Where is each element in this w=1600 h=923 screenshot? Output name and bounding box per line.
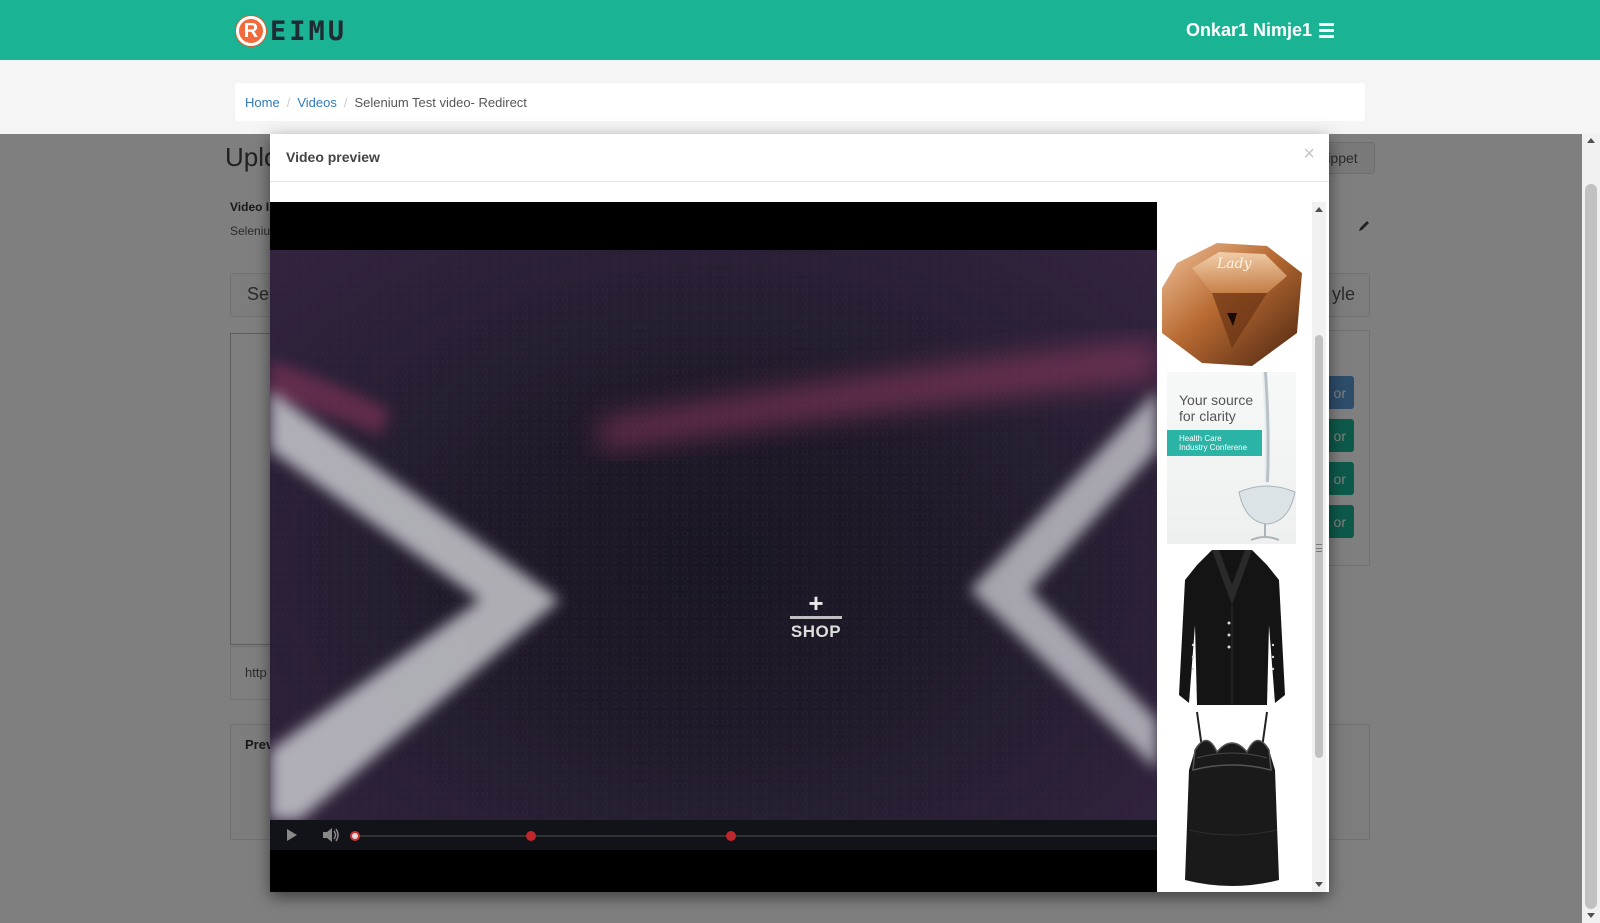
video-frame[interactable]: + SHOP <box>270 250 1157 820</box>
window-scrollbar[interactable] <box>1582 134 1600 923</box>
reimu-logo[interactable]: R EIMU <box>236 15 348 47</box>
progress-knob[interactable] <box>350 831 360 841</box>
top-navbar: R EIMU Onkar1 Nimje1 <box>0 0 1600 60</box>
video-preview-modal: Video preview × + SHOP Lady Your source … <box>270 134 1329 892</box>
scroll-up-arrow-icon[interactable] <box>1587 138 1595 143</box>
close-icon[interactable]: × <box>1303 144 1315 164</box>
ad-banner-image[interactable]: Your source for clarity Health Care Indu… <box>1167 372 1296 544</box>
modal-title: Video preview <box>286 149 380 165</box>
user-name[interactable]: Onkar1 Nimje1 <box>1186 20 1312 41</box>
product-list: Lady Your source for clarity Health Care… <box>1157 202 1307 892</box>
scroll-down-arrow-icon[interactable] <box>1315 882 1323 887</box>
logo-text: EIMU <box>270 15 348 47</box>
perfume-script: Lady <box>1216 256 1253 272</box>
plus-icon: + <box>808 588 824 618</box>
perfume-bottle-image[interactable]: Lady <box>1157 238 1307 368</box>
black-blazer-image[interactable] <box>1157 545 1307 707</box>
video-still-image <box>270 250 1157 820</box>
play-icon[interactable] <box>287 829 297 841</box>
water-glass-icon <box>1238 372 1296 541</box>
modal-header: Video preview × <box>270 134 1329 182</box>
scrollbar-grip-icon <box>1316 544 1322 552</box>
breadcrumb-videos[interactable]: Videos <box>297 95 337 110</box>
progress-bar[interactable] <box>350 831 1157 841</box>
black-lace-top-image[interactable] <box>1157 710 1307 892</box>
chapter-marker[interactable] <box>525 831 536 841</box>
scrollbar-thumb[interactable] <box>1585 184 1597 909</box>
logo-badge: R <box>236 16 266 46</box>
shop-label: SHOP <box>790 622 842 641</box>
scroll-down-arrow-icon[interactable] <box>1587 913 1595 918</box>
breadcrumb-current: Selenium Test video- Redirect <box>354 94 527 110</box>
breadcrumb-home[interactable]: Home <box>245 95 280 110</box>
shop-divider <box>790 616 842 619</box>
video-controls <box>270 820 1157 850</box>
breadcrumb: Home / Videos / Selenium Test video- Red… <box>235 83 1365 121</box>
breadcrumb-area: Home / Videos / Selenium Test video- Red… <box>0 60 1600 134</box>
scroll-up-arrow-icon[interactable] <box>1315 207 1323 212</box>
volume-icon[interactable] <box>322 827 340 843</box>
video-player[interactable]: + SHOP <box>270 202 1157 892</box>
chapter-marker[interactable] <box>726 831 737 841</box>
breadcrumb-separator: / <box>286 94 291 110</box>
breadcrumb-separator: / <box>343 94 348 110</box>
shop-button[interactable]: + SHOP <box>788 588 844 644</box>
product-scrollbar[interactable] <box>1312 202 1326 892</box>
hamburger-icon[interactable] <box>1319 23 1334 38</box>
